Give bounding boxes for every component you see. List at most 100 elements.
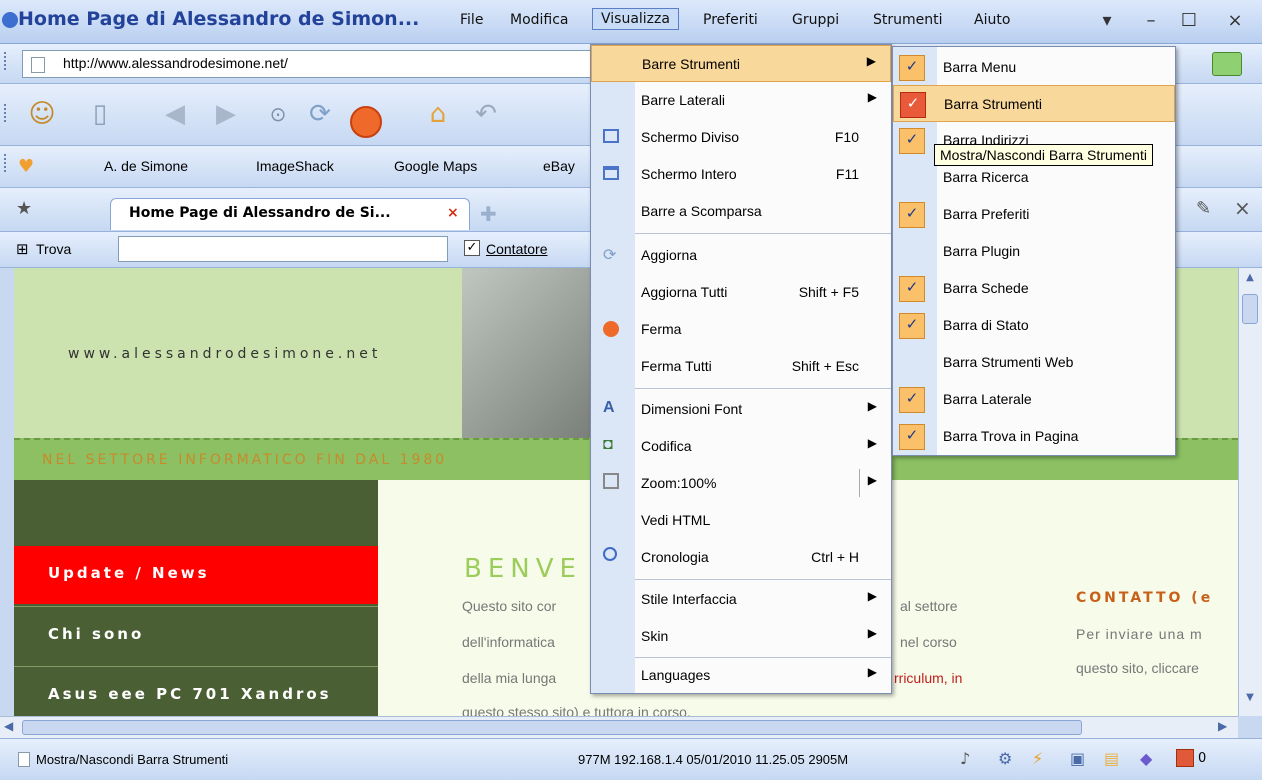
nav-asus[interactable]: Asus eee PC 701 Xandros	[14, 666, 378, 716]
nav-label: Chi sono	[48, 625, 145, 643]
submenu-item-label: Barra Strumenti Web	[943, 354, 1074, 370]
menu-item-ferma-tutti[interactable]: Ferma Tutti Shift + Esc	[591, 348, 891, 385]
find-checkbox[interactable]: ✓	[464, 240, 480, 256]
menu-item-zoom[interactable]: Zoom:100% ▶	[591, 465, 891, 502]
home-icon[interactable]: ⌂	[418, 94, 458, 134]
menu-item-label: Skin	[641, 628, 669, 644]
dropdown-circle-icon[interactable]: ⊙	[258, 94, 298, 134]
plugin-icon[interactable]: ◆	[1140, 749, 1152, 768]
menu-strumenti[interactable]: Strumenti	[873, 12, 943, 28]
grip-icon	[4, 154, 9, 172]
forward-icon[interactable]: ▶	[206, 94, 246, 134]
find-input[interactable]	[118, 236, 448, 262]
close-tab-icon[interactable]: ×	[447, 205, 459, 221]
menu-item-barre-a-scomparsa[interactable]: Barre a Scomparsa	[591, 193, 891, 230]
zoom-icon	[603, 473, 619, 489]
menu-item-barre-laterali[interactable]: Barre Laterali ▶	[591, 82, 891, 119]
star-icon[interactable]: ★	[16, 198, 32, 219]
stop-icon[interactable]	[350, 106, 382, 138]
nav-update-news[interactable]: Update / News	[14, 546, 378, 604]
scroll-up-arrow[interactable]: ▲	[1241, 272, 1259, 290]
menu-gruppi[interactable]: Gruppi	[792, 12, 839, 28]
favorite-google-maps[interactable]: Google Maps	[394, 158, 477, 174]
favorite-imageshack[interactable]: ImageShack	[256, 158, 334, 174]
vertical-scrollbar[interactable]: ▲ ▼	[1238, 268, 1262, 716]
wrench-icon[interactable]: ✎	[1196, 198, 1211, 219]
find-counter-link[interactable]: Contatore	[486, 241, 547, 257]
grip-icon	[4, 104, 9, 122]
submenu-item-barra-trova[interactable]: ✓ Barra Trova in Pagina	[893, 418, 1175, 455]
contact-line-2[interactable]: questo sito, cliccare	[1076, 660, 1199, 676]
nav-chi-sono[interactable]: Chi sono	[14, 606, 378, 664]
tab-home[interactable]: Home Page di Alessandro de Si... ×	[110, 198, 470, 230]
scroll-right-arrow[interactable]: ▶	[1218, 719, 1227, 733]
window-icon[interactable]: ▣	[1070, 749, 1085, 768]
close-tab-bar-icon[interactable]: ×	[1234, 196, 1251, 220]
network-icon[interactable]: ⚙	[998, 749, 1012, 768]
scroll-left-arrow[interactable]: ◀	[4, 719, 13, 733]
scroll-thumb[interactable]	[1242, 294, 1258, 324]
submenu-item-barra-strumenti[interactable]: ✓ Barra Strumenti	[893, 85, 1175, 122]
scroll-h-thumb[interactable]	[22, 720, 1082, 735]
submenu-item-barra-laterale[interactable]: ✓ Barra Laterale	[893, 381, 1175, 418]
user-icon[interactable]: ☺	[22, 94, 62, 134]
status-info: 977M 192.168.1.4 05/01/2010 11.25.05 290…	[578, 752, 849, 767]
maximize-button[interactable]: ☐	[1176, 10, 1202, 34]
speaker-icon[interactable]: ♪	[960, 749, 970, 768]
menu-aiuto[interactable]: Aiuto	[974, 12, 1010, 28]
check-icon: ✓	[899, 276, 925, 302]
favorite-ebay[interactable]: eBay	[543, 158, 575, 174]
popup-blocker-icon[interactable]	[1176, 749, 1194, 767]
submenu-item-barra-plugin[interactable]: Barra Plugin	[893, 233, 1175, 270]
minimize-button[interactable]: –	[1138, 10, 1164, 34]
welcome-line-2: dell'informatica	[462, 634, 555, 650]
grip-icon	[4, 52, 9, 70]
menu-item-stile-interfaccia[interactable]: Stile Interfaccia ▶	[591, 581, 891, 618]
contact-heading: CONTATTO (e	[1076, 590, 1214, 606]
menu-file[interactable]: File	[460, 12, 483, 28]
submenu-item-barra-schede[interactable]: ✓ Barra Schede	[893, 270, 1175, 307]
submenu-item-barra-strumenti-web[interactable]: Barra Strumenti Web	[893, 344, 1175, 381]
menu-item-schermo-intero[interactable]: Schermo Intero F11	[591, 156, 891, 193]
submenu-item-barra-di-stato[interactable]: ✓ Barra di Stato	[893, 307, 1175, 344]
submenu-item-label: Barra Menu	[943, 59, 1017, 75]
new-tab-icon[interactable]: ✚	[480, 202, 497, 226]
close-button[interactable]: ×	[1222, 10, 1248, 34]
undo-close-icon[interactable]: ↶	[466, 94, 506, 134]
menu-item-label: Aggiorna	[641, 247, 698, 263]
lightning-icon[interactable]: ⚡	[1032, 749, 1043, 768]
menu-item-barre-strumenti[interactable]: Barre Strumenti ▶	[591, 45, 891, 82]
menu-item-aggiorna-tutti[interactable]: Aggiorna Tutti Shift + F5	[591, 274, 891, 311]
favorite-ade-simone[interactable]: A. de Simone	[104, 158, 188, 174]
horizontal-scrollbar[interactable]: ◀ ▶	[0, 716, 1238, 738]
scroll-down-arrow[interactable]: ▼	[1241, 692, 1259, 710]
menu-item-skin[interactable]: Skin ▶	[591, 618, 891, 655]
menu-modifica[interactable]: Modifica	[510, 12, 569, 28]
menu-item-schermo-diviso[interactable]: Schermo Diviso F10	[591, 119, 891, 156]
menu-item-cronologia[interactable]: Cronologia Ctrl + H	[591, 539, 891, 576]
chevron-down-icon[interactable]: ▾	[1094, 10, 1120, 34]
app-icon	[2, 12, 18, 28]
side-line-3[interactable]: rriculum, in	[894, 670, 962, 686]
menu-item-vedi-html[interactable]: Vedi HTML	[591, 502, 891, 539]
address-input[interactable]: http://www.alessandrodesimone.net/	[22, 50, 592, 78]
menu-item-languages[interactable]: Languages ▶	[591, 657, 891, 694]
menu-preferiti[interactable]: Preferiti	[703, 12, 758, 28]
menu-visualizza[interactable]: Visualizza	[592, 8, 679, 30]
submenu-item-label: Barra Plugin	[943, 243, 1021, 259]
folder-icon[interactable]: ▤	[1104, 749, 1119, 768]
menu-item-dimensioni-font[interactable]: A Dimensioni Font ▶	[591, 391, 891, 428]
menu-item-codifica[interactable]: ◘ Codifica ▶	[591, 428, 891, 465]
back-icon[interactable]: ◀	[155, 94, 195, 134]
go-button[interactable]	[1212, 52, 1242, 76]
side-line-2: nel corso	[900, 634, 957, 650]
submenu-item-barra-menu[interactable]: ✓ Barra Menu	[893, 49, 1175, 86]
page-icon	[31, 57, 45, 73]
menu-item-aggiorna[interactable]: ⟳ Aggiorna	[591, 237, 891, 274]
refresh-icon[interactable]: ⟳	[300, 94, 340, 134]
menu-item-label: Aggiorna Tutti	[641, 284, 728, 300]
menu-item-ferma[interactable]: Ferma	[591, 311, 891, 348]
new-page-icon[interactable]: ▯	[80, 94, 120, 134]
submenu-item-barra-preferiti[interactable]: ✓ Barra Preferiti	[893, 196, 1175, 233]
menu-item-shortcut: Ctrl + H	[811, 549, 859, 565]
